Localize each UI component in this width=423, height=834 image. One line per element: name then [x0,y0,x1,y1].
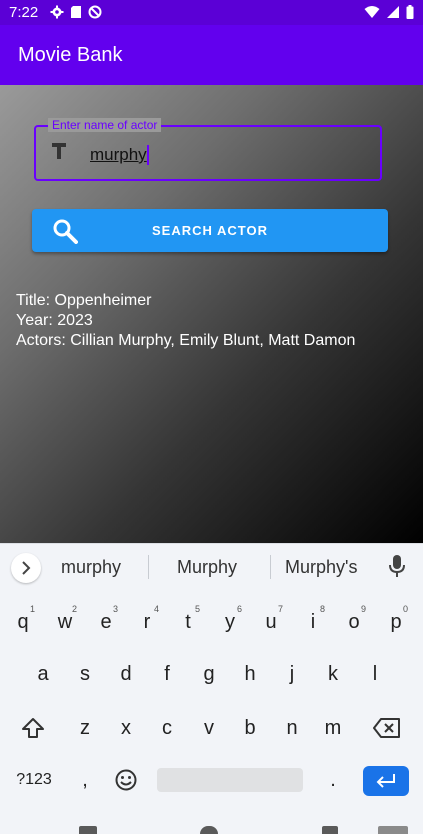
key-i[interactable]: i8 [294,602,332,642]
key-v[interactable]: v [190,708,228,748]
soft-keyboard: murphy Murphy Murphy's q1 w2 e3 r4 t5 y6… [0,543,423,834]
key-b[interactable]: b [231,708,269,748]
actor-name-input[interactable]: Enter name of actor murphy [34,118,382,181]
backspace-key[interactable] [368,708,406,748]
microphone-icon[interactable] [388,554,406,578]
suggestion-divider [270,555,271,579]
app-bar: Movie Bank [0,25,423,85]
status-time: 7:22 [9,4,39,21]
search-actor-button[interactable]: SEARCH ACTOR [32,209,388,252]
key-j[interactable]: j [273,654,311,694]
space-key[interactable] [157,768,303,792]
key-row-1: q1 w2 e3 r4 t5 y6 u7 i8 o9 p0 [0,602,423,642]
expand-toolbar-button[interactable] [11,553,41,583]
key-z[interactable]: z [66,708,104,748]
app-title: Movie Bank [18,44,123,66]
enter-icon [376,774,395,788]
search-actor-label: SEARCH ACTOR [151,223,268,238]
result-actors: Actors: Cillian Murphy, Emily Blunt, Mat… [16,332,356,349]
key-c[interactable]: c [148,708,186,748]
suggestion-strip: murphy Murphy Murphy's [0,544,423,590]
suggestion-1[interactable]: murphy [61,557,121,578]
key-g[interactable]: g [190,654,228,694]
content-area: Enter name of actor murphy SEARCH ACTOR … [0,85,423,543]
key-r[interactable]: r4 [128,602,166,642]
key-row-2: a s d f g h j k l [0,654,423,694]
wifi-icon [364,6,380,18]
key-p[interactable]: p0 [377,602,415,642]
suggestion-divider [148,555,149,579]
key-u[interactable]: u7 [252,602,290,642]
shift-key[interactable] [14,708,52,748]
key-n[interactable]: n [273,708,311,748]
key-x[interactable]: x [107,708,145,748]
symbols-key[interactable]: ?123 [12,760,56,800]
status-bar: 7:22 [0,0,423,25]
search-result: Title: Oppenheimer Year: 2023 Actors: Ci… [16,291,355,351]
key-d[interactable]: d [107,654,145,694]
key-o[interactable]: o9 [335,602,373,642]
result-title: Title: Oppenheimer [16,292,152,309]
comma-key[interactable]: , [66,760,104,800]
key-t[interactable]: t5 [169,602,207,642]
text-field-icon [52,143,66,159]
settings-icon [50,5,64,19]
key-y[interactable]: y6 [211,602,249,642]
do-not-disturb-icon [88,5,102,19]
key-a[interactable]: a [24,654,62,694]
key-w[interactable]: w2 [46,602,84,642]
key-q[interactable]: q1 [4,602,42,642]
actor-name-value[interactable]: murphy [90,145,149,165]
signal-icon [387,6,399,18]
suggestion-2[interactable]: Murphy [177,557,237,578]
backspace-icon [373,718,400,738]
key-e[interactable]: e3 [87,602,125,642]
suggestion-3[interactable]: Murphy's [285,557,357,578]
period-key[interactable]: . [314,760,352,800]
sim-card-icon [71,6,81,18]
enter-key[interactable] [363,766,409,796]
emoji-icon [115,769,137,791]
key-row-3: z x c v b n m [0,708,423,748]
shift-icon [22,718,44,738]
key-h[interactable]: h [231,654,269,694]
chevron-right-icon [22,561,31,575]
key-m[interactable]: m [314,708,352,748]
key-k[interactable]: k [314,654,352,694]
emoji-key[interactable] [107,760,145,800]
actor-name-label: Enter name of actor [48,118,162,132]
battery-icon [406,5,414,19]
key-s[interactable]: s [66,654,104,694]
result-year: Year: 2023 [16,312,93,329]
key-f[interactable]: f [148,654,186,694]
key-l[interactable]: l [356,654,394,694]
